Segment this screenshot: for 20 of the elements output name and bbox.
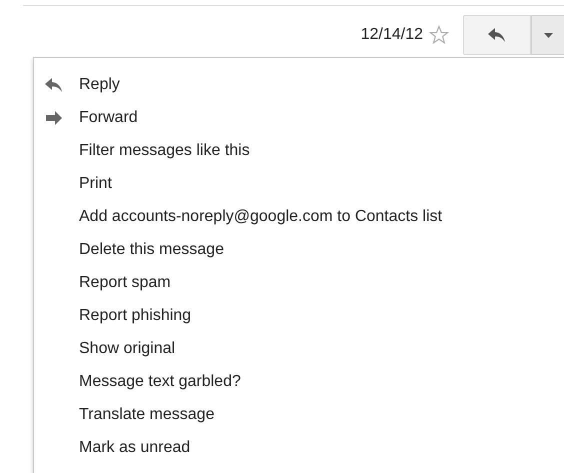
menu-item[interactable]: Filter messages like this — [34, 134, 564, 167]
menu-item[interactable]: Reply — [34, 68, 564, 101]
menu-item[interactable]: Report phishing — [34, 299, 564, 332]
menu-item[interactable]: Add accounts-noreply@google.com to Contacts list — [34, 200, 564, 233]
menu-item[interactable]: Message text garbled? — [34, 365, 564, 398]
reply-icon — [487, 27, 507, 43]
menu-item[interactable]: Print — [34, 167, 564, 200]
reply-icon — [44, 76, 64, 92]
dropdown-button[interactable] — [531, 15, 564, 55]
menu-item[interactable]: Delete this message — [34, 233, 564, 266]
menu-item[interactable]: Translate message — [34, 398, 564, 431]
forward-icon — [44, 110, 64, 126]
caret-icon — [544, 32, 552, 38]
menu-item[interactable]: Forward — [34, 101, 564, 134]
star-icon[interactable] — [429, 25, 449, 45]
date-text: 12/14/12 — [360, 25, 423, 45]
menu-item[interactable]: Report spam — [34, 266, 564, 299]
menu-item[interactable]: Mark as unread — [34, 431, 564, 464]
menu-item[interactable]: Show original — [34, 332, 564, 365]
reply-button[interactable] — [463, 15, 531, 55]
